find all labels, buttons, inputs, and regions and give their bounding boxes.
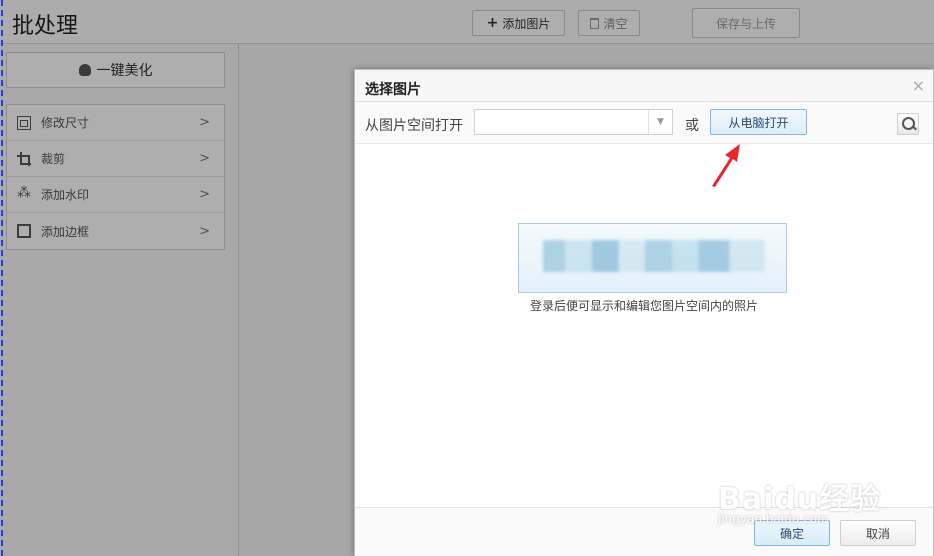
image-space-select[interactable]: ▼ [474, 109, 673, 135]
dialog-title: 选择图片 [365, 82, 421, 98]
dashed-border-line [1, 0, 3, 556]
red-arrow-annotation [712, 144, 740, 187]
dialog-source-bar: 从图片空间打开 ▼ 或 从电脑打开 [355, 102, 933, 144]
arrow-shape [712, 144, 740, 187]
login-hint-text: 登录后便可显示和编辑您图片空间内的照片 [529, 299, 758, 313]
baidu-watermark: Baidu经验 jingyan.baidu.com [716, 452, 916, 552]
dialog-header: 选择图片 × [355, 70, 933, 102]
open-from-space-label: 从图片空间打开 [365, 118, 463, 134]
blurred-login-text [543, 240, 765, 272]
close-icon[interactable]: × [912, 76, 925, 95]
or-label: 或 [685, 118, 699, 134]
search-icon[interactable] [897, 113, 919, 135]
open-from-computer-button[interactable]: 从电脑打开 [710, 109, 807, 135]
login-button[interactable] [518, 223, 787, 293]
watermark-url: jingyan.baidu.com [718, 512, 829, 526]
chevron-down-icon[interactable]: ▼ [648, 110, 672, 134]
